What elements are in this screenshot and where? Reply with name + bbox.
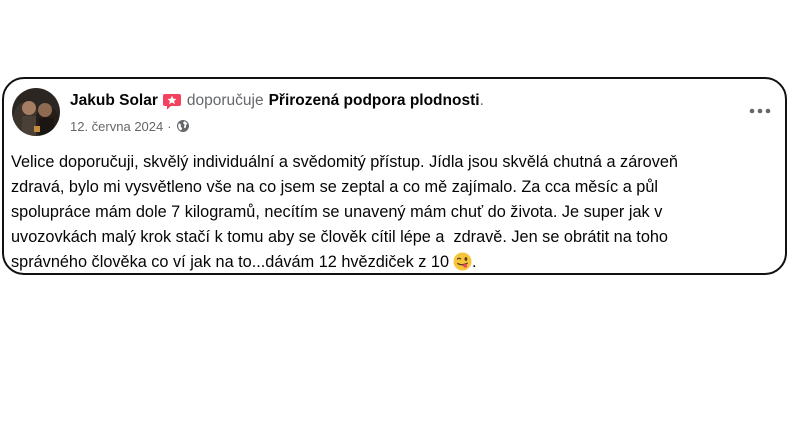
more-options-button[interactable] [743,96,777,124]
more-options-icon [749,101,771,119]
author-avatar[interactable] [12,88,60,136]
header-trailing-dot: . [479,92,484,109]
post-body-end: . [472,253,477,271]
author-name[interactable]: Jakub Solar [70,92,158,110]
globe-icon[interactable] [176,119,190,133]
post-body-text: Velice doporučuji, skvělý individuální a… [11,153,678,271]
post-body: Velice doporučuji, skvělý individuální a… [11,150,779,275]
post-meta: 12. června 2024 · [70,117,190,135]
winking-tongue-emoji-icon [453,252,472,271]
recommends-text: doporučuje [186,92,264,109]
post-date[interactable]: 12. června 2024 [70,119,163,134]
recommendation-post-card: Jakub Solar doporučuje Přirozená podpora… [2,77,787,275]
meta-separator: · [167,118,172,134]
recommend-star-icon [162,91,182,111]
recommended-page-link[interactable]: Přirozená podpora plodnosti [269,92,480,110]
post-header-line: Jakub Solar doporučuje Přirozená podpora… [70,90,484,112]
